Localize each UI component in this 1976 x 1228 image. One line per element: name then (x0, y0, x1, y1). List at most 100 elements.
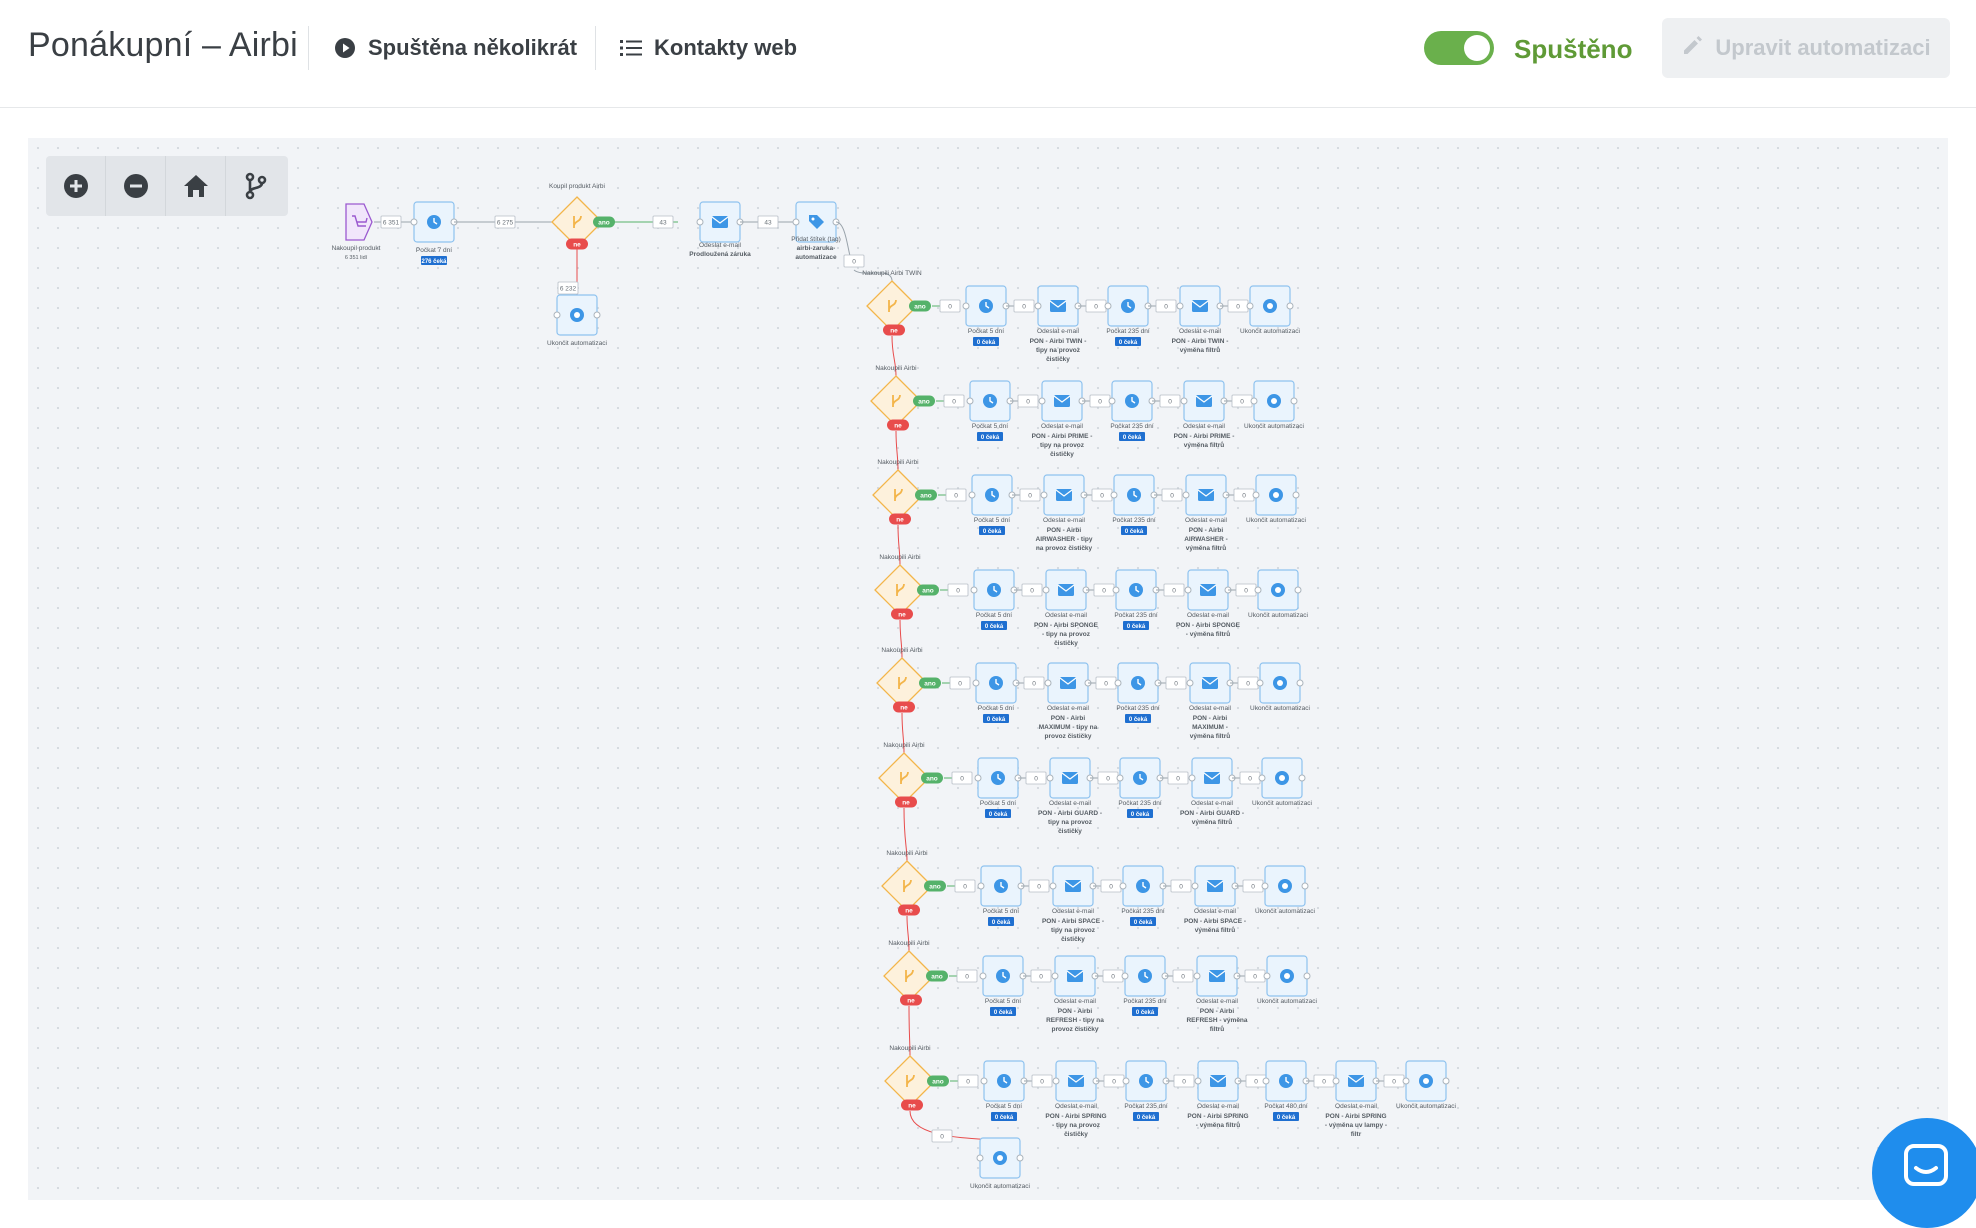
wait-235-days-node[interactable] (1111, 380, 1153, 422)
wait-235-days-node[interactable] (1107, 285, 1149, 327)
email-filters-node[interactable] (1197, 1060, 1239, 1102)
end-branch-node[interactable] (1405, 1060, 1447, 1102)
count-text: 0 (1030, 588, 1034, 595)
node-label: Odeslat e-mail (1179, 328, 1221, 335)
connector-port (1290, 397, 1298, 405)
mail-icon (1059, 677, 1077, 689)
pill-text: ano (924, 681, 936, 688)
connector-port (1246, 302, 1254, 310)
node-label: 6 351 lidí (345, 255, 368, 261)
wait-480-days-node[interactable] (1265, 1060, 1307, 1102)
wait-5-days-node[interactable] (977, 757, 1019, 799)
email-tips-node[interactable] (1049, 757, 1091, 799)
connector-port (1121, 972, 1129, 980)
count-text: 0 (1106, 776, 1110, 783)
trigger-node[interactable] (345, 203, 373, 241)
end-final-node[interactable] (979, 1137, 1021, 1179)
wait-5-days-node[interactable] (971, 474, 1013, 516)
wait-235-days-node[interactable] (1115, 569, 1157, 611)
node-label: Ukončit automatizaci (547, 340, 607, 347)
node-label: - výměna filtrů (1186, 630, 1230, 638)
status-toggle[interactable] (1424, 31, 1494, 65)
count-text: 0 (963, 884, 967, 891)
edit-automation-button[interactable]: Upravit automatizaci (1662, 18, 1950, 78)
email-filters-node[interactable] (1196, 955, 1238, 997)
email-uv-lamp-node[interactable] (1335, 1060, 1377, 1102)
email-filters-node[interactable] (1185, 474, 1227, 516)
end-branch-node[interactable] (1255, 474, 1297, 516)
end-main-node[interactable] (556, 294, 598, 336)
node-label: PON - Airbi TWIN - (1030, 338, 1087, 345)
run-mode-link[interactable]: Spuštěna několikrát (332, 32, 577, 64)
wait-5-days-node[interactable] (980, 865, 1022, 907)
connector-port (792, 218, 800, 226)
contacts-link[interactable]: Kontakty web (618, 32, 797, 64)
count-label: 6 275 (494, 215, 516, 229)
wait-235-days-node[interactable] (1119, 757, 1161, 799)
wait-5-days-node[interactable] (982, 955, 1024, 997)
wait-7-days-node[interactable] (413, 201, 455, 243)
node-label: Ukončit automatizaci (1255, 908, 1315, 915)
connector-port (1188, 774, 1196, 782)
wait-235-days-node[interactable] (1113, 474, 1155, 516)
email-tips-node[interactable] (1037, 285, 1079, 327)
wait-5-days-node[interactable] (983, 1060, 1025, 1102)
node-label: PON - Airbi SPRING (1325, 1113, 1386, 1120)
email-filters-node[interactable] (1179, 285, 1221, 327)
count-label: 0 (843, 254, 865, 268)
end-branch-node[interactable] (1266, 955, 1308, 997)
end-branch-node[interactable] (1261, 757, 1303, 799)
zoom-in-button[interactable] (46, 156, 106, 216)
email-tips-node[interactable] (1047, 662, 1089, 704)
node-label: Počkat 480 dní (1264, 1103, 1308, 1110)
email-tips-node[interactable] (1045, 569, 1087, 611)
zoom-out-button[interactable] (106, 156, 166, 216)
end-branch-node[interactable] (1264, 865, 1306, 907)
email-tips-node[interactable] (1041, 380, 1083, 422)
branch-view-button[interactable] (226, 156, 286, 216)
connector-port (1442, 1077, 1450, 1085)
wait-5-days-node[interactable] (975, 662, 1017, 704)
waiting-badge: 0 čeká (979, 526, 1005, 535)
email-filters-node[interactable] (1187, 569, 1229, 611)
wait-235-days-node[interactable] (1122, 865, 1164, 907)
wait-5-days-node[interactable] (965, 285, 1007, 327)
wait-235-days-node[interactable] (1117, 662, 1159, 704)
connector-port (1038, 397, 1046, 405)
count-label: 0 (939, 299, 961, 313)
count-text: 0 (1104, 681, 1108, 688)
wait-235-days-node[interactable] (1124, 955, 1166, 997)
email-tips-node[interactable] (1054, 955, 1096, 997)
end-branch-node[interactable] (1249, 285, 1291, 327)
node-label: Počkat 5 dní (978, 705, 1014, 712)
wait-5-days-node[interactable] (969, 380, 1011, 422)
end-branch-node[interactable] (1259, 662, 1301, 704)
envelope-body (1050, 300, 1066, 312)
email-filters-node[interactable] (1191, 757, 1233, 799)
waiting-badge: 0 čeká (985, 809, 1011, 818)
node-label: Ukončit automatizaci (1250, 705, 1310, 712)
envelope-body (1200, 584, 1216, 596)
wait-235-days-node[interactable] (1125, 1060, 1167, 1102)
end-branch-node[interactable] (1253, 380, 1295, 422)
email-filters-node[interactable] (1189, 662, 1231, 704)
pill-text: ne (898, 612, 906, 619)
count-label: 0 (1159, 394, 1181, 408)
email-tips-node[interactable] (1043, 474, 1085, 516)
email-tips-node[interactable] (1055, 1060, 1097, 1102)
node-label: Nakoupili Airbi (886, 850, 927, 857)
connector-port (1049, 882, 1057, 890)
envelope-body (1054, 395, 1070, 407)
node-label: čističky (1064, 1131, 1088, 1138)
end-branch-node[interactable] (1257, 569, 1299, 611)
node-label: Nakoupili Airbi (877, 459, 918, 466)
wait-5-days-node[interactable] (973, 569, 1015, 611)
automation-canvas[interactable]: Nakoupil produkt 6 351 lidí 6 351 Počkat 7 … (28, 138, 1948, 1200)
home-button[interactable] (166, 156, 226, 216)
email-tips-node[interactable] (1052, 865, 1094, 907)
pill-text: ne (902, 800, 910, 807)
email-warranty-node[interactable] (699, 201, 741, 243)
chat-widget-button[interactable] (1872, 1118, 1976, 1228)
email-filters-node[interactable] (1194, 865, 1236, 907)
email-filters-node[interactable] (1183, 380, 1225, 422)
